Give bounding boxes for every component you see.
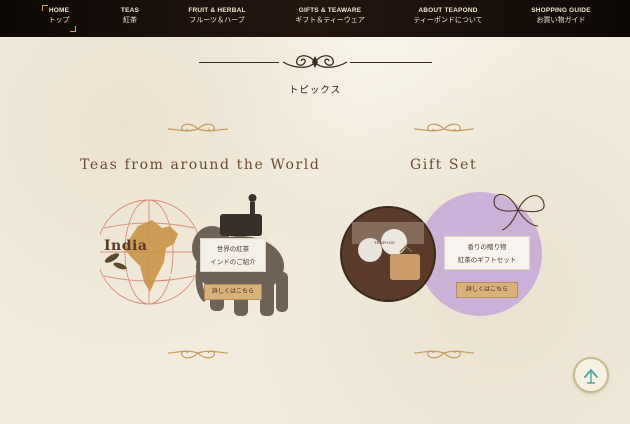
frame-corner-bottom-right — [70, 26, 76, 32]
nav-item-fruit-herbal[interactable]: FRUIT & HERBAL フルーツ＆ハーブ — [184, 6, 250, 26]
nav-item-teas-ja: 紅茶 — [123, 17, 137, 24]
india-feature-link[interactable]: India 世界の紅茶 インドのご紹介 詳しくはこちら — [100, 186, 300, 321]
nav-item-teas-en: TEAS — [120, 7, 140, 14]
flourish-ornament — [282, 55, 348, 68]
scroll-to-top-button[interactable] — [573, 357, 609, 393]
nav-item-home[interactable]: HOME トップ — [46, 6, 72, 26]
nav-item-about-teapond-ja: ティーポンドについて — [413, 17, 483, 24]
info-line-2: 紅茶のギフトセット — [457, 257, 517, 264]
main-nav: HOME トップ TEAS 紅茶 FRUIT & HERBAL フルーツ＆ハーブ… — [0, 0, 630, 37]
nav-item-home-en: HOME — [48, 7, 70, 14]
info-line-1: 世界の紅茶 — [216, 246, 250, 253]
header-rule-right — [350, 62, 432, 63]
header-rule-left — [199, 62, 279, 63]
nav-item-gifts-teaware-en: GIFTS & TEAWARE — [298, 7, 362, 14]
info-line-1: 香りの贈り物 — [467, 244, 507, 251]
nav-item-fruit-herbal-en: FRUIT & HERBAL — [188, 7, 246, 14]
detail-button-giftset[interactable]: 詳しくはこちら — [456, 282, 518, 298]
flourish-ornament-card1-top — [167, 123, 229, 132]
detail-button-india[interactable]: 詳しくはこちら — [204, 284, 262, 300]
gift-box-label: TEAPOND — [374, 240, 396, 245]
chevron-up-icon — [584, 368, 598, 384]
nav-item-about-teapond-en: ABOUT TEAPOND — [418, 7, 478, 14]
nav-item-teas[interactable]: TEAS 紅茶 — [115, 6, 145, 26]
card-title-gift-set: Gift Set — [410, 157, 478, 173]
card-title-teas-world: Teas from around the World — [80, 157, 321, 173]
nav-item-shopping-guide-en: SHOPPING GUIDE — [531, 7, 591, 14]
info-line-2: インドのご紹介 — [210, 259, 256, 266]
section-title: トピックス — [288, 85, 342, 96]
giftset-feature-link[interactable]: TEAPOND 香りの贈り物 紅茶のギフトセット 詳しくはこちら — [340, 182, 555, 322]
info-box-giftset: 香りの贈り物 紅茶のギフトセット — [444, 236, 530, 270]
nav-item-gifts-teaware-ja: ギフト＆ティーウェア — [295, 17, 365, 24]
nav-item-about-teapond[interactable]: ABOUT TEAPOND ティーポンドについて — [408, 6, 488, 26]
india-map-label: India — [104, 238, 148, 254]
flourish-ornament-card1-bottom — [167, 350, 229, 359]
flourish-ornament-card2-top — [413, 123, 475, 132]
nav-item-home-ja: トップ — [48, 17, 70, 24]
nav-item-gifts-teaware[interactable]: GIFTS & TEAWARE ギフト＆ティーウェア — [290, 6, 370, 26]
flourish-ornament-card2-bottom — [413, 350, 475, 359]
info-box-india: 世界の紅茶 インドのご紹介 — [200, 238, 266, 272]
nav-item-shopping-guide-ja: お買い物ガイド — [536, 17, 586, 24]
nav-item-shopping-guide[interactable]: SHOPPING GUIDE お買い物ガイド — [525, 6, 597, 26]
nav-item-fruit-herbal-ja: フルーツ＆ハーブ — [189, 17, 245, 24]
